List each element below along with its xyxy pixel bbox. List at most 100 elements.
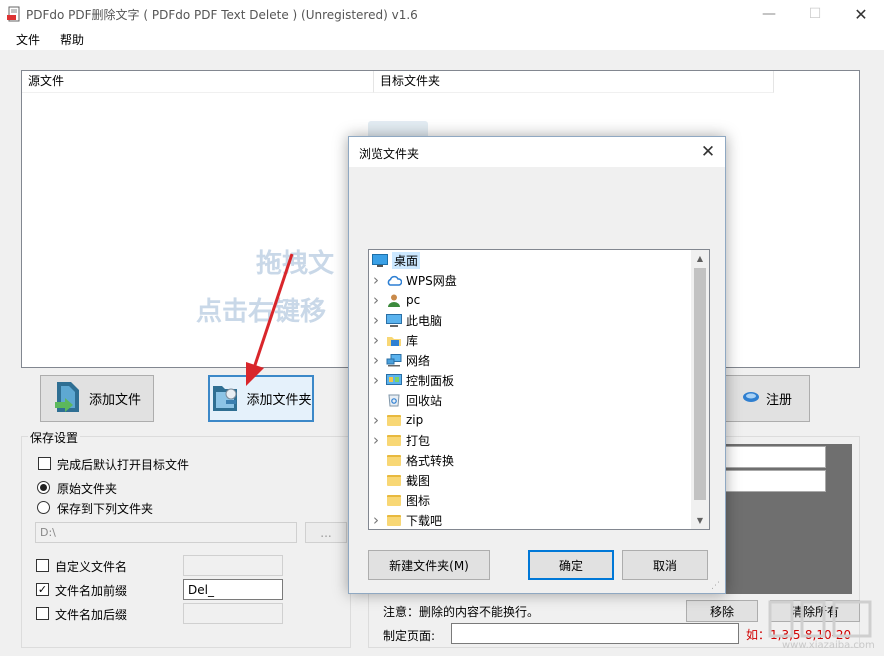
folder-tree[interactable]: 桌面 › WPS网盘 › pc › 此电脑 › 库 › 网络 › 控制面板 回收站 › zip › 打包 格式转换截… [368, 249, 710, 530]
tree-item[interactable]: 桌面 [369, 250, 689, 270]
open-after-label: 完成后默认打开目标文件 [57, 458, 190, 472]
browse-button[interactable]: ... [305, 522, 347, 543]
chevron-right-icon[interactable]: › [369, 371, 383, 389]
tree-item-label: 截图 [406, 473, 431, 488]
window-title: PDFdo PDF删除文字 ( PDFdo PDF Text Delete ) … [26, 8, 418, 22]
tree-item-label: WPS网盘 [406, 273, 457, 288]
checkmark-icon: ✓ [37, 583, 48, 596]
chevron-right-icon[interactable]: › [369, 311, 383, 329]
dialog-close-button[interactable]: ✕ [695, 139, 721, 165]
maximize-button[interactable]: ☐ [792, 0, 838, 28]
chevron-right-icon[interactable]: › [369, 291, 383, 309]
custom-name-checkbox[interactable] [36, 559, 49, 572]
tree-item[interactable]: › 此电脑 [369, 310, 689, 330]
browse-folder-dialog: 浏览文件夹 ✕ 桌面 › WPS网盘 › pc › 此电脑 › 库 › 网络 › 控制面板 回收站 › zip… [348, 136, 726, 594]
control-panel-icon [386, 373, 402, 387]
custom-name-field[interactable] [183, 555, 283, 576]
close-button[interactable]: ✕ [838, 0, 884, 28]
original-folder-label: 原始文件夹 [57, 482, 118, 496]
add-folder-icon [210, 380, 240, 418]
register-icon [742, 390, 760, 408]
scroll-down-icon[interactable]: ▼ [691, 512, 709, 529]
tree-item[interactable]: › WPS网盘 [369, 270, 689, 290]
pages-label: 制定页面: [383, 629, 436, 643]
chevron-right-icon[interactable]: › [369, 431, 383, 449]
menu-bar [0, 28, 884, 50]
save-to-radio[interactable] [37, 501, 50, 514]
tree-item[interactable]: › zip [369, 410, 689, 430]
add-folder-label: 添加文件夹 [246, 393, 312, 408]
scroll-up-icon[interactable]: ▲ [691, 250, 709, 267]
note-text: 注意：删除的内容不能换行。 [383, 605, 540, 619]
add-file-button[interactable]: 添加文件 [40, 375, 154, 422]
text-input-1[interactable] [724, 446, 826, 468]
maximize-icon: ☐ [808, 6, 822, 22]
minimize-button[interactable]: — [746, 0, 792, 28]
tree-item[interactable]: 截图 [369, 470, 689, 490]
folder-icon [386, 513, 402, 527]
cloud-icon [386, 273, 402, 287]
column-header-target[interactable]: 目标文件夹 [374, 71, 774, 93]
original-folder-radio[interactable] [37, 481, 50, 494]
tree-item-label: 回收站 [406, 393, 443, 408]
suffix-field[interactable] [183, 603, 283, 624]
tree-item[interactable]: 图标 [369, 490, 689, 510]
ok-button[interactable]: 确定 [528, 550, 614, 580]
chevron-right-icon[interactable]: › [369, 411, 383, 429]
tree-item[interactable]: 格式转换 [369, 450, 689, 470]
tree-item-label: 网络 [406, 353, 431, 368]
add-file-label: 添加文件 [88, 393, 141, 408]
user-icon [386, 293, 402, 307]
folder-icon [386, 453, 402, 467]
tree-item-label: 桌面 [392, 251, 421, 269]
tree-item[interactable]: › 控制面板 [369, 370, 689, 390]
chevron-right-icon[interactable]: › [369, 511, 383, 529]
suffix-checkbox[interactable] [36, 607, 49, 620]
tree-item[interactable]: 回收站 [369, 390, 689, 410]
custom-name-label: 自定义文件名 [55, 560, 128, 574]
chevron-right-icon[interactable]: › [369, 331, 383, 349]
library-icon [386, 333, 402, 347]
computer-icon [386, 313, 402, 327]
desktop-icon [372, 253, 388, 267]
register-button[interactable]: 注册 [724, 375, 810, 422]
tree-item-label: 库 [406, 333, 419, 348]
tree-item-label: zip [406, 413, 424, 427]
tree-item[interactable]: › 网络 [369, 350, 689, 370]
prefix-checkbox[interactable]: ✓ [36, 583, 49, 596]
open-after-checkbox[interactable] [38, 457, 51, 470]
network-icon [386, 353, 402, 367]
tree-item-label: 格式转换 [406, 453, 455, 468]
tree-scrollbar[interactable]: ▲ ▼ [691, 250, 709, 529]
folder-icon [386, 493, 402, 507]
output-path-field[interactable]: D:\ [35, 522, 297, 543]
pages-field[interactable] [451, 623, 739, 644]
chevron-right-icon[interactable]: › [369, 351, 383, 369]
chevron-right-icon[interactable]: › [369, 271, 383, 289]
tree-item-label: 图标 [406, 493, 431, 508]
app-icon [6, 6, 22, 22]
text-input-2[interactable] [724, 470, 826, 492]
resize-grip-icon[interactable]: ⋰ [711, 581, 723, 593]
tree-item[interactable]: › pc [369, 290, 689, 310]
suffix-label: 文件名加后缀 [55, 608, 128, 622]
radio-dot [40, 484, 47, 491]
tree-item[interactable]: › 库 [369, 330, 689, 350]
tree-item[interactable]: › 打包 [369, 430, 689, 450]
scroll-thumb[interactable] [694, 268, 706, 500]
cancel-button[interactable]: 取消 [622, 550, 708, 580]
close-icon: ✕ [700, 142, 716, 162]
tree-item-label: 此电脑 [406, 313, 443, 328]
tree-item-label: pc [406, 293, 421, 307]
folder-icon [386, 413, 402, 427]
folder-icon [386, 433, 402, 447]
new-folder-button[interactable]: 新建文件夹(M) [368, 550, 490, 580]
menu-file[interactable]: 文件 [16, 31, 40, 48]
remove-button[interactable]: 移除 [686, 600, 758, 622]
column-header-source[interactable]: 源文件 [22, 71, 374, 93]
tree-item-label: 下载吧 [406, 513, 443, 528]
close-icon: ✕ [854, 4, 868, 24]
prefix-field[interactable]: Del_ [183, 579, 283, 600]
menu-help[interactable]: 帮助 [60, 31, 84, 48]
tree-item[interactable]: › 下载吧 [369, 510, 689, 529]
